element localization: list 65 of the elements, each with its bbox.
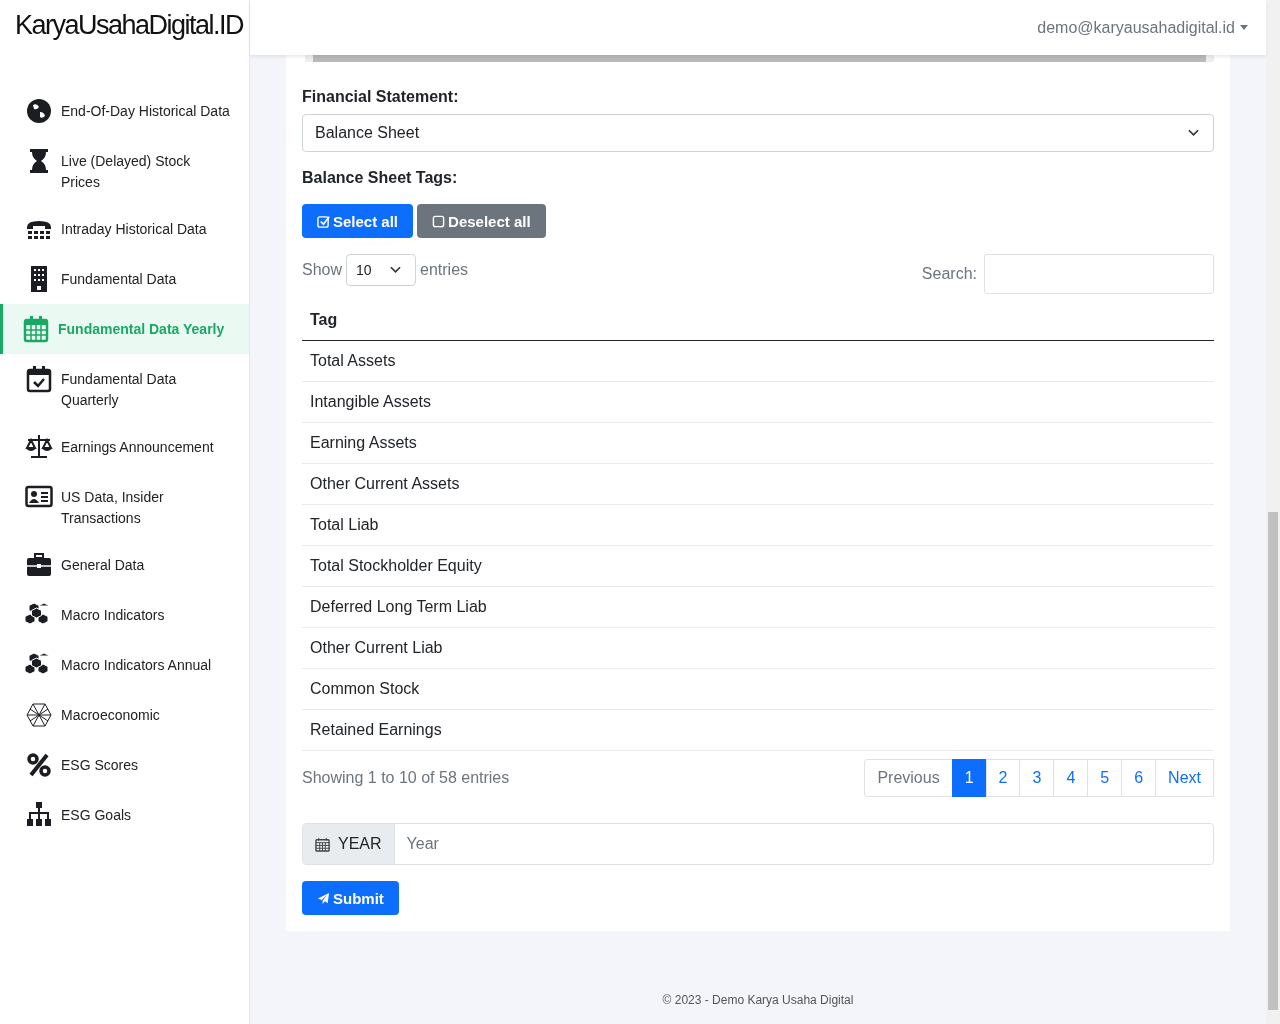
table-cell: Total Assets xyxy=(302,341,1214,382)
sidebar-item[interactable]: Fundamental Data Quarterly xyxy=(0,354,249,422)
sidebar-item[interactable]: ESG Scores xyxy=(0,740,249,790)
page-size-select[interactable]: 10 xyxy=(346,254,417,286)
table-cell: Total Stockholder Equity xyxy=(302,546,1214,587)
horizontal-scrollbar[interactable] xyxy=(305,55,1214,62)
field-label: Financial Statement: xyxy=(302,88,460,106)
calendar-icon xyxy=(22,315,50,343)
page-button[interactable]: 6 xyxy=(1121,759,1157,797)
table-cell: Common Stock xyxy=(302,669,1214,710)
year-label: YEAR xyxy=(338,835,382,853)
checkbox-empty-icon xyxy=(432,214,446,228)
submit-button[interactable]: Submit xyxy=(302,881,399,915)
table-cell: Retained Earnings xyxy=(302,710,1214,751)
calendar-check-icon xyxy=(25,365,53,393)
previous-page-button[interactable]: Previous xyxy=(864,759,953,797)
sidebar-item[interactable]: Macroeconomic xyxy=(0,690,249,740)
sidebar-item[interactable]: Intraday Historical Data xyxy=(0,204,249,254)
sidebar-item[interactable]: ESG Goals xyxy=(0,790,249,840)
paper-plane-icon xyxy=(317,891,330,905)
select-all-button[interactable]: Select all xyxy=(302,204,414,238)
page-button[interactable]: 5 xyxy=(1087,759,1123,797)
sidebar-item[interactable]: Macro Indicators Annual xyxy=(0,640,249,690)
table-cell: Other Current Assets xyxy=(302,464,1214,505)
next-page-button[interactable]: Next xyxy=(1155,759,1214,797)
entries-label: entries xyxy=(420,261,469,279)
year-field[interactable]: YEAR Year xyxy=(302,823,1214,865)
table-info: Showing 1 to 10 of 58 entries xyxy=(302,769,510,787)
show-label: Show xyxy=(302,261,343,279)
calendar-icon xyxy=(315,836,330,852)
table-cell: Total Liab xyxy=(302,505,1214,546)
page-button[interactable]: 4 xyxy=(1053,759,1089,797)
table-cell: Earning Assets xyxy=(302,423,1214,464)
sidebar-item[interactable]: General Data xyxy=(0,540,249,590)
search-field[interactable] xyxy=(984,254,1214,294)
user-menu[interactable]: demo@karyausahadigital.id xyxy=(1031,17,1254,38)
caret-icon xyxy=(1240,25,1248,30)
statement-select[interactable]: Balance Sheet xyxy=(302,114,1214,152)
table-cell: Deferred Long Term Liab xyxy=(302,587,1214,628)
scale-icon xyxy=(25,433,53,461)
sidebar-item[interactable]: End-Of-Day Historical Data xyxy=(0,86,249,136)
search-label: Search: xyxy=(921,265,977,283)
globe-icon xyxy=(25,97,53,125)
page-button[interactable]: 3 xyxy=(1019,759,1055,797)
sidebar-item[interactable]: Live (Delayed) Stock Prices xyxy=(0,136,249,204)
chevron-down-icon xyxy=(1188,129,1199,137)
sidebar-item[interactable]: Fundamental Data xyxy=(0,254,249,304)
checkbox-checked-icon xyxy=(317,214,330,228)
sitemap-icon xyxy=(25,801,53,829)
section-label: Balance Sheet Tags: xyxy=(302,169,459,187)
hexagon-mesh-icon xyxy=(25,701,53,729)
column-header[interactable]: Tag xyxy=(302,301,1214,341)
vertical-scrollbar[interactable] xyxy=(1266,0,1280,1024)
briefcase-icon xyxy=(25,551,53,579)
sidebar-item[interactable]: Macro Indicators xyxy=(0,590,249,640)
table-cell: Other Current Liab xyxy=(302,628,1214,669)
sidebar-item[interactable]: US Data, Insider Transactions xyxy=(0,472,249,540)
sidebar-item[interactable]: Earnings Announcement xyxy=(0,422,249,472)
percent-icon xyxy=(25,751,53,779)
brand-logo[interactable]: KaryaUsahaDigital.ID xyxy=(0,0,249,56)
page-button[interactable]: 1 xyxy=(951,759,987,797)
deselect-all-button[interactable]: Deselect all xyxy=(417,204,546,238)
table-cell: Intangible Assets xyxy=(302,382,1214,423)
footer-text: © 2023 - Demo Karya Usaha Digital xyxy=(661,993,855,1007)
chevron-down-icon xyxy=(390,266,402,274)
